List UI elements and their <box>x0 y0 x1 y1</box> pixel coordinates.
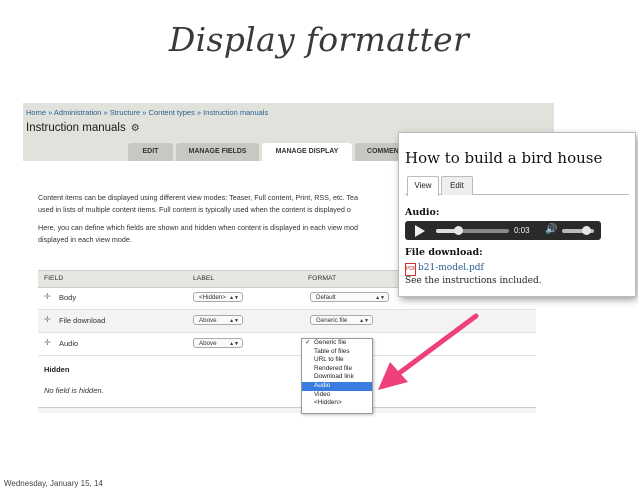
hidden-section-label: Hidden <box>44 365 70 374</box>
file-download-link[interactable]: b21-model.pdf <box>418 263 484 273</box>
tab-view[interactable]: View <box>407 176 439 196</box>
table-footer <box>38 407 536 413</box>
tab-manage-display[interactable]: MANAGE DISPLAY <box>262 143 352 161</box>
select-value: Generic file <box>316 317 348 324</box>
preview-note: See the instructions included. <box>405 276 542 286</box>
audio-player[interactable]: 0:03 🔊 <box>405 221 601 240</box>
select-value: Default <box>316 294 336 301</box>
slide-date: Wednesday, January 15, 14 <box>4 479 103 488</box>
drag-handle-icon[interactable]: ✛ <box>44 315 51 324</box>
tab-manage-fields[interactable]: MANAGE FIELDS <box>176 143 259 161</box>
dropdown-option[interactable]: <Hidden> <box>302 399 372 408</box>
page-title: Instruction manuals ⚙ <box>26 122 140 134</box>
gear-icon[interactable]: ⚙ <box>131 123 140 134</box>
format-select[interactable]: Default ▲▼ <box>310 292 389 302</box>
select-arrow-icon: ▲▼ <box>229 341 239 347</box>
header-label: LABEL <box>193 275 215 282</box>
select-value: <Hidden> <box>199 294 226 301</box>
select-value: Above <box>199 340 217 347</box>
audio-label: Audio: <box>405 207 440 218</box>
select-arrow-icon: ▲▼ <box>229 295 239 301</box>
checkmark-icon: ✓ <box>305 339 311 346</box>
header-field: FIELD <box>44 275 64 282</box>
label-select[interactable]: <Hidden> ▲▼ <box>193 292 243 302</box>
audio-time: 0:03 <box>514 226 530 235</box>
node-preview-window: How to build a bird house View Edit Audi… <box>399 133 635 296</box>
drag-handle-icon[interactable]: ✛ <box>44 338 51 347</box>
header-format: FORMAT <box>308 275 337 282</box>
select-arrow-icon: ▲▼ <box>229 318 239 324</box>
page-title-text: Instruction manuals <box>26 122 126 134</box>
label-select[interactable]: Above ▲▼ <box>193 338 243 348</box>
preview-tabs: View Edit <box>405 176 629 196</box>
label-select[interactable]: Above ▲▼ <box>193 315 243 325</box>
preview-title: How to build a bird house <box>405 149 603 167</box>
drag-handle-icon[interactable]: ✛ <box>44 292 51 301</box>
volume-icon[interactable]: 🔊 <box>545 224 557 235</box>
play-icon[interactable] <box>415 225 425 237</box>
tab-edit[interactable]: Edit <box>441 176 473 195</box>
seek-bar[interactable] <box>436 226 509 235</box>
volume-handle[interactable] <box>582 226 591 235</box>
breadcrumb[interactable]: Home » Administration » Structure » Cont… <box>26 108 268 117</box>
field-name: Body <box>59 293 77 302</box>
select-arrow-icon: ▲▼ <box>375 295 385 301</box>
annotation-arrow-icon <box>378 313 479 390</box>
hidden-section-text: No field is hidden. <box>44 386 104 395</box>
seek-handle[interactable] <box>453 226 463 235</box>
field-name: File download <box>59 316 106 325</box>
pdf-icon: PDF <box>405 263 416 276</box>
option-label: Generic file <box>314 339 347 346</box>
tab-edit[interactable]: EDIT <box>128 143 173 161</box>
volume-slider[interactable] <box>562 226 594 235</box>
field-name: Audio <box>59 339 79 348</box>
file-download-label: File download: <box>405 247 483 258</box>
select-value: Above <box>199 317 217 324</box>
slide-title: Display formatter <box>168 20 470 59</box>
